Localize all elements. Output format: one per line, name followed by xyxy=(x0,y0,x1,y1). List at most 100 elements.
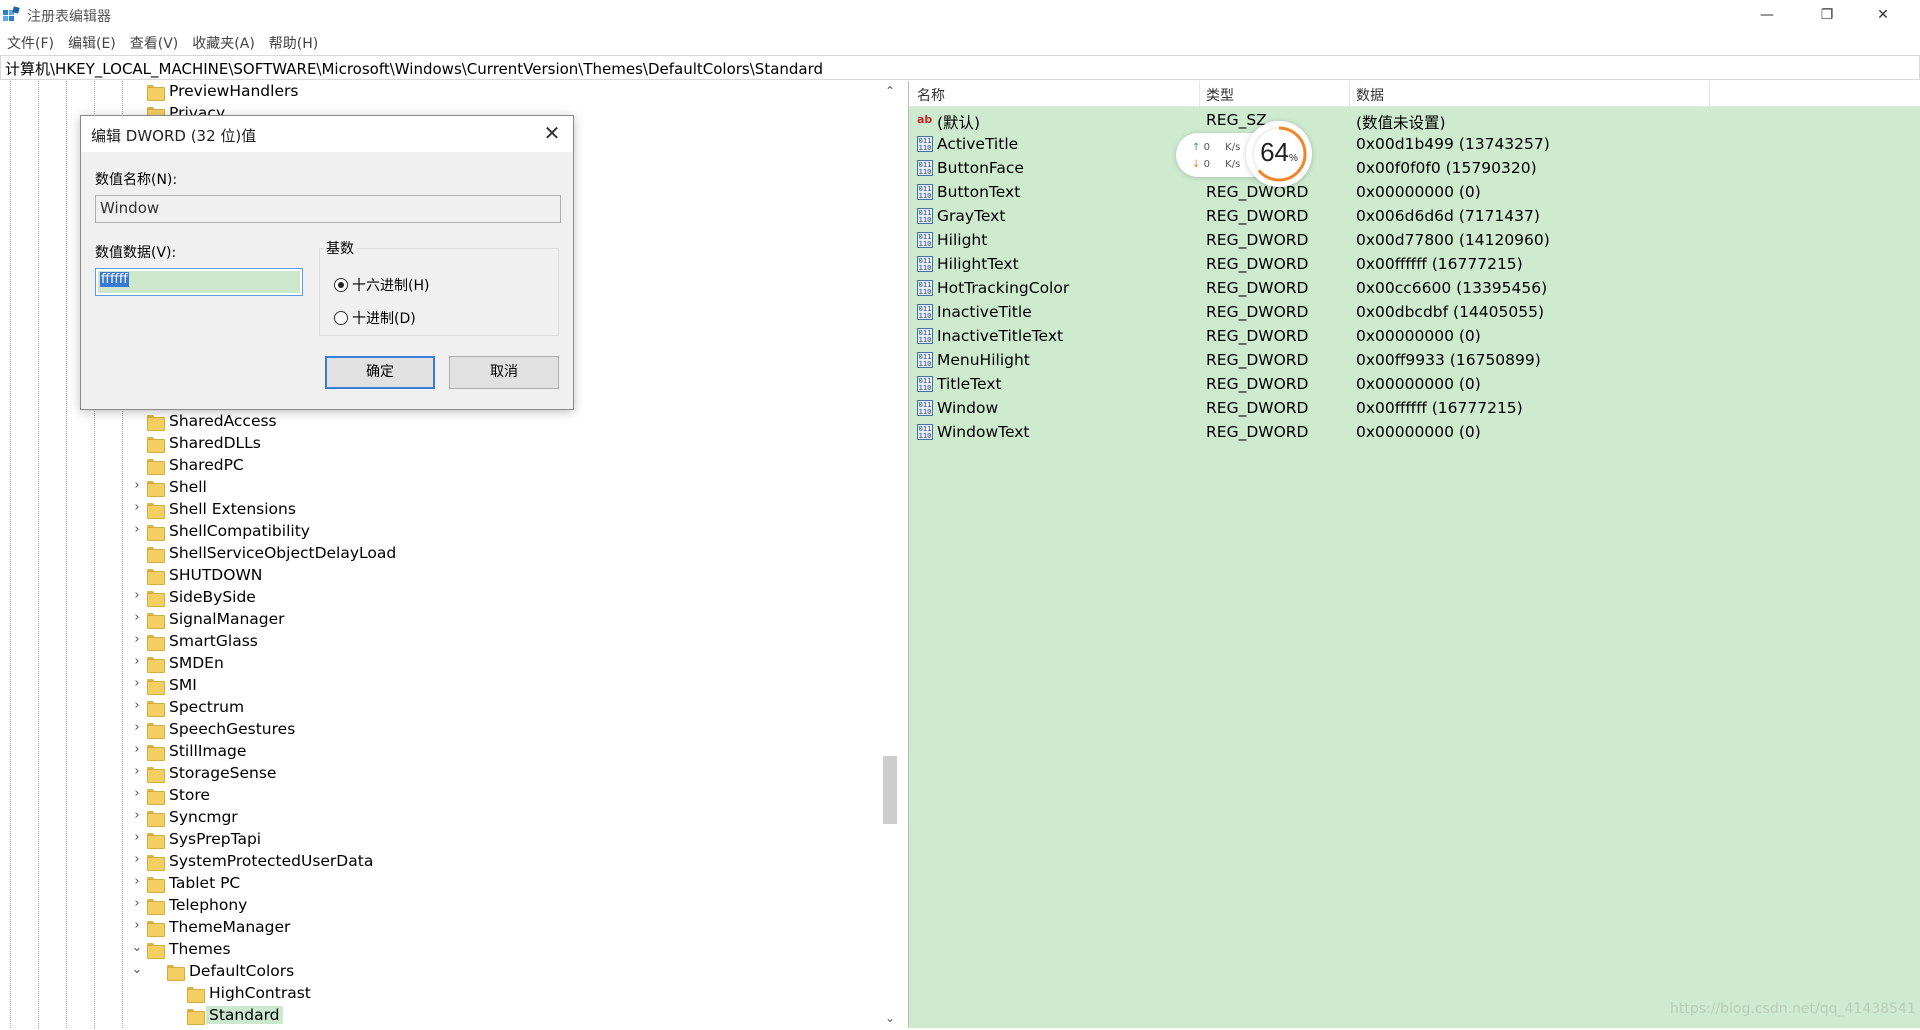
value-row[interactable]: 011 110 Window REG_DWORD 0x00ffffff (167772… xyxy=(909,397,1920,421)
network-speed-widget[interactable]: ↑ 0 K/s ↓ 0 K/s 64% xyxy=(1176,121,1312,189)
dialog-close-button[interactable]: ✕ xyxy=(537,119,567,149)
chevron-right-icon[interactable]: › xyxy=(130,918,144,940)
value-row[interactable]: 011 110 InactiveTitleText REG_DWORD 0x00000… xyxy=(909,325,1920,349)
chevron-right-icon[interactable]: › xyxy=(130,786,144,808)
column-data-header[interactable]: 数据 xyxy=(1356,85,1384,105)
tree-scrollbar[interactable]: ⌃ ⌄ xyxy=(880,81,900,1028)
tree-item[interactable]: › Syncmgr xyxy=(0,807,880,829)
close-button[interactable]: ✕ xyxy=(1860,0,1906,30)
column-separator[interactable] xyxy=(1709,81,1710,107)
tree-item[interactable]: › Telephony xyxy=(0,895,880,917)
value-data-field[interactable]: ffffff xyxy=(95,268,303,296)
tree-item[interactable]: › SysPrepTapi xyxy=(0,829,880,851)
maximize-button[interactable]: ❐ xyxy=(1804,0,1850,30)
chevron-right-icon[interactable]: › xyxy=(130,742,144,764)
tree-item[interactable]: ShellServiceObjectDelayLoad xyxy=(0,543,880,565)
tree-item[interactable]: PreviewHandlers xyxy=(0,81,880,103)
column-separator[interactable] xyxy=(1349,81,1350,107)
ok-button[interactable]: 确定 xyxy=(325,356,435,389)
base-label: 基数 xyxy=(324,238,356,258)
menu-edit[interactable]: 编辑(E) xyxy=(61,30,123,54)
tree-item[interactable]: Standard xyxy=(0,1005,880,1027)
chevron-right-icon[interactable]: › xyxy=(130,830,144,852)
column-separator[interactable] xyxy=(1199,81,1200,107)
tree-item[interactable]: ⌄ Themes xyxy=(0,939,880,961)
value-row[interactable]: 011 110 HilightText REG_DWORD 0x00ffffff (1… xyxy=(909,253,1920,277)
tree-item[interactable]: › StillImage xyxy=(0,741,880,763)
chevron-down-icon[interactable]: ⌄ xyxy=(130,940,144,962)
value-row[interactable]: 011 110 WindowText REG_DWORD 0x00000000 (0) xyxy=(909,421,1920,445)
tree-item[interactable]: › SystemProtectedUserData xyxy=(0,851,880,873)
value-row[interactable]: 011 110 MenuHilight REG_DWORD 0x00ff9933 (1… xyxy=(909,349,1920,373)
tree-item[interactable]: › ThemeManager xyxy=(0,917,880,939)
column-type-header[interactable]: 类型 xyxy=(1206,85,1234,105)
tree-item[interactable]: HighContrast xyxy=(0,983,880,1005)
tree-item[interactable]: › SignalManager xyxy=(0,609,880,631)
tree-item[interactable]: › Tablet PC xyxy=(0,873,880,895)
dialog-title-bar[interactable]: 编辑 DWORD (32 位)值 ✕ xyxy=(81,116,573,152)
menu-help[interactable]: 帮助(H) xyxy=(262,30,325,54)
chevron-right-icon[interactable]: › xyxy=(130,896,144,918)
value-row[interactable]: 011 110 HotTrackingColor REG_DWORD 0x00cc66… xyxy=(909,277,1920,301)
scroll-thumb[interactable] xyxy=(883,756,897,824)
radio-decimal[interactable]: 十进制(D) xyxy=(334,308,416,328)
value-data: 0x00dbcdbf (14405055) xyxy=(1356,303,1545,321)
radio-dec-button[interactable] xyxy=(334,311,348,325)
tree-item[interactable]: › SMDEn xyxy=(0,653,880,675)
address-bar[interactable]: 计算机\HKEY_LOCAL_MACHINE\SOFTWARE\Microsof… xyxy=(0,55,1920,80)
tree-item[interactable]: › ShellCompatibility xyxy=(0,521,880,543)
tree-item[interactable]: › Shell xyxy=(0,477,880,499)
chevron-right-icon[interactable]: › xyxy=(130,720,144,742)
cancel-button[interactable]: 取消 xyxy=(449,356,559,389)
chevron-right-icon[interactable]: › xyxy=(130,654,144,676)
radio-hexadecimal[interactable]: 十六进制(H) xyxy=(334,275,429,295)
value-row[interactable]: 011 110 InactiveTitle REG_DWORD 0x00dbcdbf … xyxy=(909,301,1920,325)
chevron-right-icon[interactable]: › xyxy=(130,522,144,544)
chevron-right-icon[interactable]: › xyxy=(130,764,144,786)
tree-item[interactable]: SharedAccess xyxy=(0,411,880,433)
chevron-right-icon[interactable]: › xyxy=(130,676,144,698)
value-row[interactable]: 011 110ActiveTitleREG_DWORD0x00d1b499 (1… xyxy=(909,133,1920,157)
tree-item[interactable]: › SideBySide xyxy=(0,587,880,609)
value-name-field[interactable]: Window xyxy=(95,195,561,223)
chevron-down-icon[interactable]: ⌄ xyxy=(130,962,144,984)
chevron-right-icon[interactable]: › xyxy=(130,632,144,654)
column-name-header[interactable]: 名称 xyxy=(917,85,945,105)
scroll-down-arrow-icon[interactable]: ⌄ xyxy=(880,1008,900,1028)
value-row[interactable]: ab (默认) REG_SZ (数值未设置) xyxy=(909,109,1920,133)
radio-hex-button[interactable] xyxy=(334,278,348,292)
minimize-button[interactable]: — xyxy=(1744,0,1790,30)
menu-view[interactable]: 查看(V) xyxy=(123,30,186,54)
value-row[interactable]: 011 110 Hilight REG_DWORD 0x00d77800 (14120… xyxy=(909,229,1920,253)
chevron-right-icon[interactable]: › xyxy=(130,698,144,720)
tree-item[interactable]: ⌄ DefaultColors xyxy=(0,961,880,983)
value-row[interactable]: 011 110ButtonFaceREG_DWORD0x00f0f0f0 (15… xyxy=(909,157,1920,181)
menu-favorites[interactable]: 收藏夹(A) xyxy=(185,30,262,54)
folder-icon xyxy=(147,613,165,629)
tree-item[interactable]: › Spectrum xyxy=(0,697,880,719)
binary-value-icon: 011 110 xyxy=(917,424,933,440)
chevron-right-icon[interactable]: › xyxy=(130,808,144,830)
tree-item[interactable]: › StorageSense xyxy=(0,763,880,785)
values-list: 名称 类型 数据 ab (默认) REG_SZ (数值未设置) 011 110 Activ… xyxy=(908,81,1920,1028)
tree-item[interactable]: › SpeechGestures xyxy=(0,719,880,741)
tree-item[interactable]: › SmartGlass xyxy=(0,631,880,653)
chevron-right-icon[interactable]: › xyxy=(130,852,144,874)
tree-item[interactable]: SHUTDOWN xyxy=(0,565,880,587)
value-row[interactable]: 011 110 ButtonText REG_DWORD 0x00000000 (0) xyxy=(909,181,1920,205)
chevron-right-icon[interactable]: › xyxy=(130,610,144,632)
scroll-up-arrow-icon[interactable]: ⌃ xyxy=(880,81,900,101)
chevron-right-icon[interactable]: › xyxy=(130,588,144,610)
chevron-right-icon[interactable]: › xyxy=(130,500,144,522)
tree-item[interactable]: › Store xyxy=(0,785,880,807)
value-row[interactable]: 011 110 TitleText REG_DWORD 0x00000000 (0) xyxy=(909,373,1920,397)
chevron-right-icon[interactable]: › xyxy=(130,874,144,896)
tree-item[interactable]: SharedDLLs xyxy=(0,433,880,455)
tree-item[interactable]: › SMI xyxy=(0,675,880,697)
tree-item[interactable]: SharedPC xyxy=(0,455,880,477)
chevron-right-icon[interactable]: › xyxy=(130,478,144,500)
tree-item[interactable]: › Shell Extensions xyxy=(0,499,880,521)
value-row[interactable]: 011 110 GrayText REG_DWORD 0x006d6d6d (7171… xyxy=(909,205,1920,229)
menu-bar: 文件(F) 编辑(E) 查看(V) 收藏夹(A) 帮助(H) xyxy=(0,30,1920,54)
menu-file[interactable]: 文件(F) xyxy=(0,30,61,54)
